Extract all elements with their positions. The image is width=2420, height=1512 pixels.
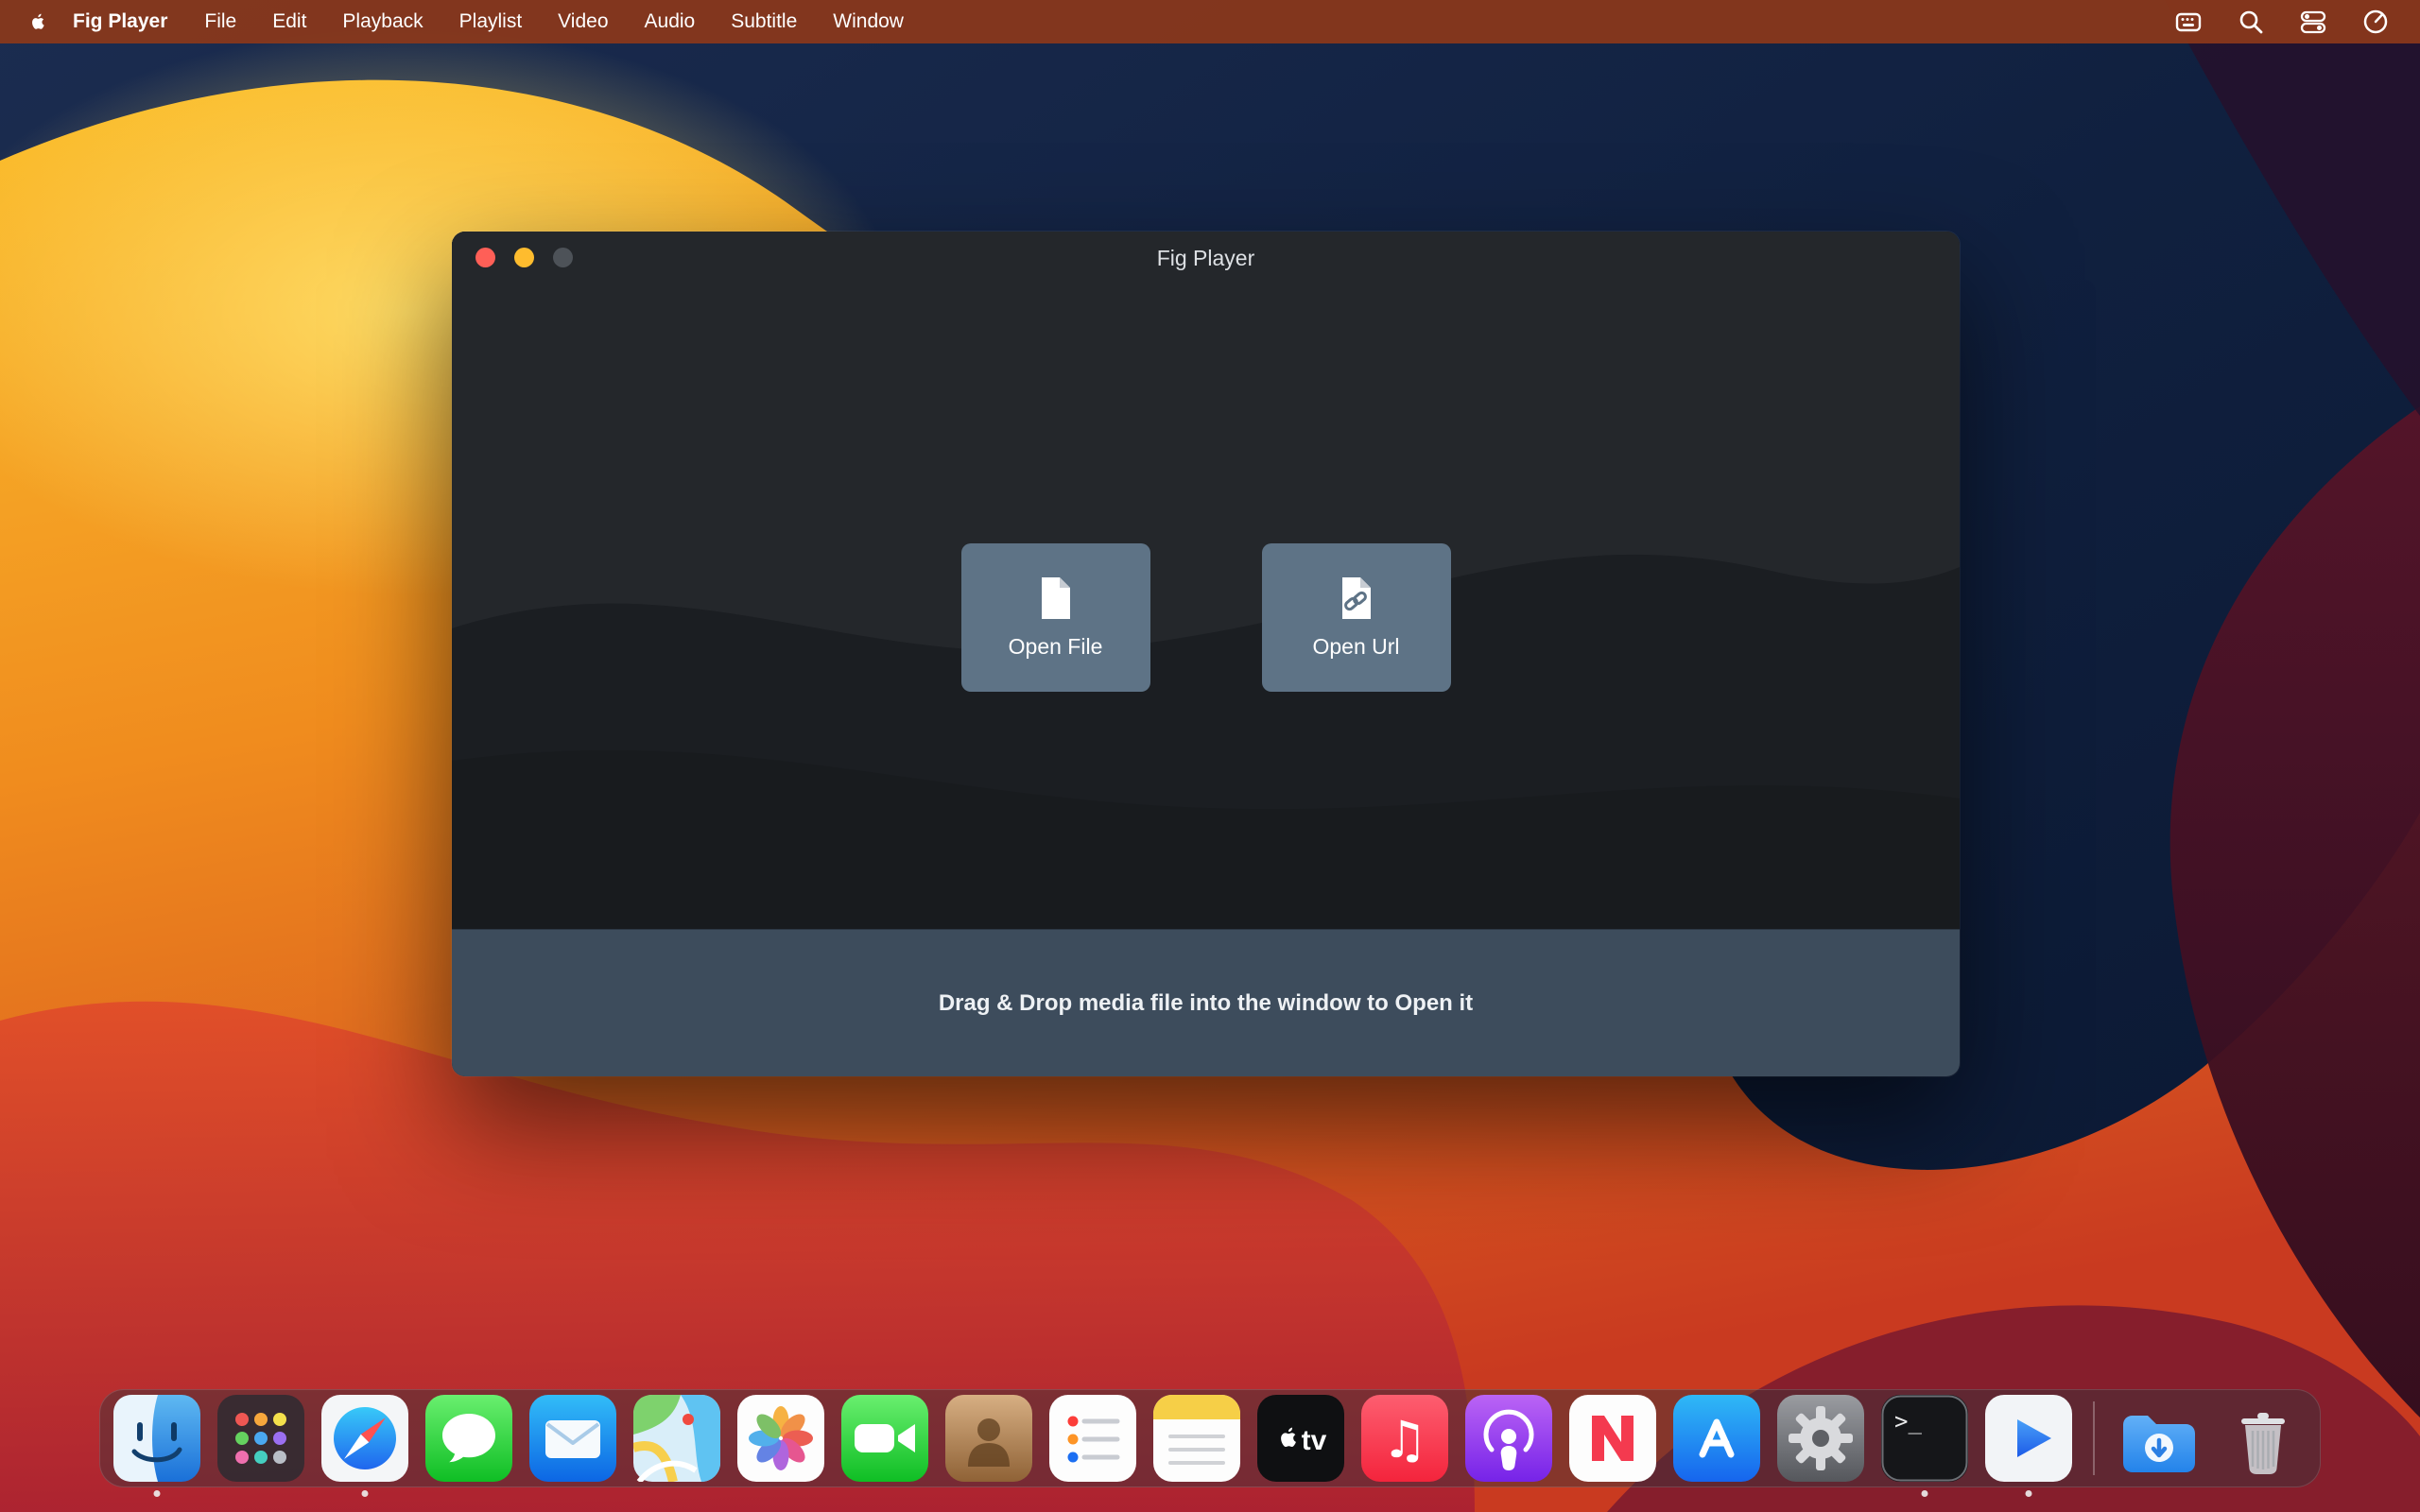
menu-video[interactable]: Video: [540, 10, 626, 33]
dock-downloads-icon[interactable]: [2116, 1395, 2203, 1482]
dock-messages-icon[interactable]: [425, 1395, 512, 1482]
menu-bar: Fig Player File Edit Playback Playlist V…: [0, 0, 2420, 43]
menu-window[interactable]: Window: [815, 10, 922, 33]
menu-file[interactable]: File: [186, 10, 254, 33]
dock-photos-icon[interactable]: [737, 1395, 824, 1482]
dock-terminal-icon[interactable]: >_: [1881, 1395, 1968, 1482]
apple-menu[interactable]: [23, 10, 61, 33]
spotlight-icon[interactable]: [2237, 8, 2265, 36]
open-url-label: Open Url: [1312, 634, 1399, 660]
dock-podcasts-icon[interactable]: [1465, 1395, 1552, 1482]
open-file-label: Open File: [1009, 634, 1103, 660]
dock-settings-icon[interactable]: [1777, 1395, 1864, 1482]
close-button[interactable]: [475, 248, 495, 267]
menubar-app-name[interactable]: Fig Player: [61, 10, 186, 33]
link-file-icon: [1338, 576, 1375, 621]
gauge-icon[interactable]: [2361, 8, 2390, 36]
traffic-lights: [475, 248, 573, 267]
svg-text:♫: ♫: [1382, 1410, 1427, 1469]
dock-news-icon[interactable]: [1569, 1395, 1656, 1482]
svg-text:>_: >_: [1894, 1408, 1922, 1435]
control-center-icon[interactable]: [2299, 8, 2327, 36]
dock-appstore-icon[interactable]: [1673, 1395, 1760, 1482]
input-source-icon[interactable]: [2174, 8, 2203, 36]
dock-finder-icon[interactable]: [113, 1395, 200, 1482]
window-title: Fig Player: [1157, 246, 1255, 271]
open-url-button[interactable]: Open Url: [1262, 543, 1451, 692]
menu-subtitle[interactable]: Subtitle: [713, 10, 815, 33]
minimize-button[interactable]: [514, 248, 534, 267]
dock-music-icon[interactable]: ♫: [1361, 1395, 1448, 1482]
menu-audio[interactable]: Audio: [627, 10, 714, 33]
file-icon: [1037, 576, 1075, 621]
fig-player-window: Fig Player Open File Open Url: [452, 232, 1960, 1076]
dock-launchpad-icon[interactable]: [217, 1395, 304, 1482]
dock-facetime-icon[interactable]: [841, 1395, 928, 1482]
dock-notes-icon[interactable]: [1153, 1395, 1240, 1482]
dock-trash-icon[interactable]: [2220, 1395, 2307, 1482]
window-titlebar[interactable]: Fig Player: [452, 232, 1960, 284]
dock-figplayer-icon[interactable]: [1985, 1395, 2072, 1482]
dock-reminders-icon[interactable]: [1049, 1395, 1136, 1482]
zoom-button-disabled: [553, 248, 573, 267]
menu-playback[interactable]: Playback: [324, 10, 441, 33]
dock: tv ♫: [99, 1389, 2321, 1487]
dock-mail-icon[interactable]: [529, 1395, 616, 1482]
dock-contacts-icon[interactable]: [945, 1395, 1032, 1482]
dock-separator: [2093, 1401, 2095, 1475]
dock-maps-icon[interactable]: [633, 1395, 720, 1482]
svg-text:tv: tv: [1302, 1425, 1327, 1456]
dock-tv-icon[interactable]: tv: [1257, 1395, 1344, 1482]
open-file-button[interactable]: Open File: [961, 543, 1150, 692]
drop-hint-text: Drag & Drop media file into the window t…: [939, 990, 1473, 1017]
open-actions: Open File Open Url: [452, 543, 1960, 692]
menubar-status-area: [2174, 8, 2397, 36]
menu-edit[interactable]: Edit: [254, 10, 324, 33]
menu-playlist[interactable]: Playlist: [441, 10, 541, 33]
apple-logo-icon: [28, 10, 48, 33]
dock-safari-icon[interactable]: [321, 1395, 408, 1482]
drop-zone-footer[interactable]: Drag & Drop media file into the window t…: [452, 929, 1960, 1076]
